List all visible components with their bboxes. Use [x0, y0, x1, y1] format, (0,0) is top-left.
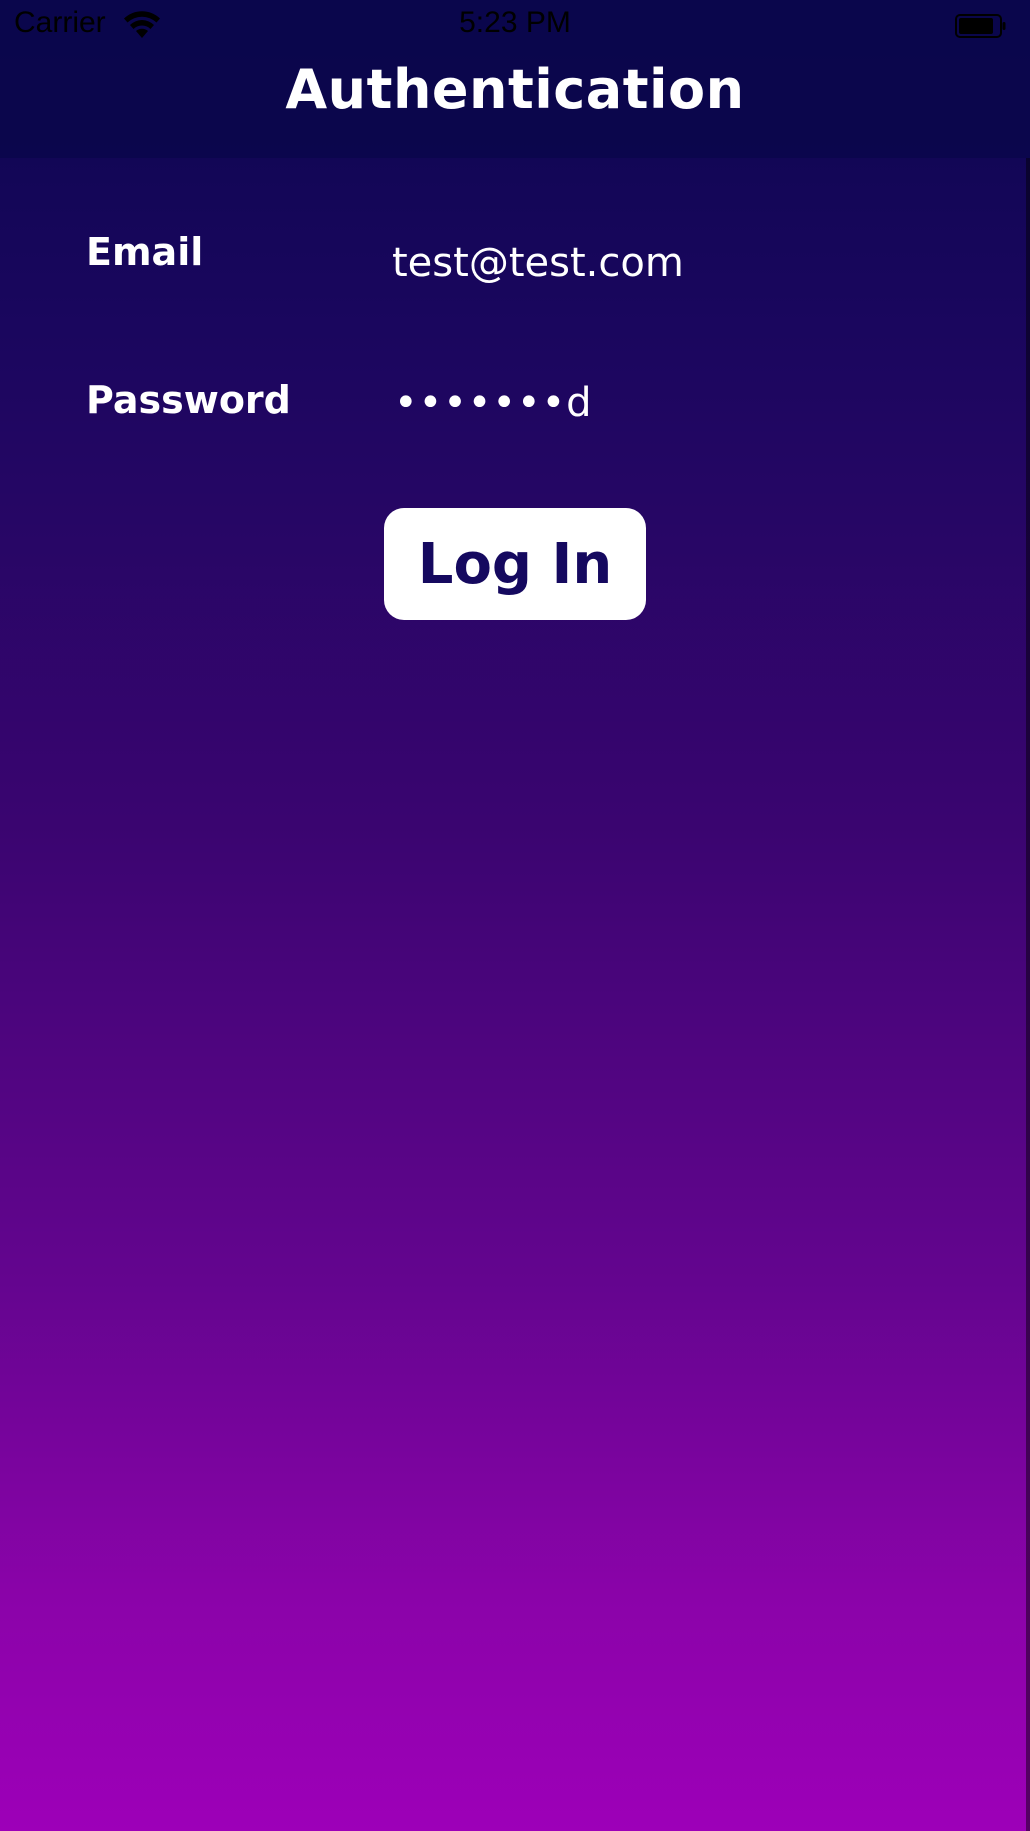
- email-field[interactable]: test@test.com: [392, 240, 684, 286]
- login-button[interactable]: Log In: [384, 508, 646, 620]
- status-time: 5:23 PM: [459, 6, 571, 39]
- scroll-edge: [1026, 158, 1030, 1831]
- page-title: Authentication: [285, 58, 745, 121]
- battery-icon: [955, 12, 1007, 38]
- email-label: Email: [86, 230, 204, 274]
- status-bar: Carrier 5:23 PM: [0, 0, 1030, 52]
- password-label: Password: [86, 378, 291, 422]
- password-field[interactable]: •••••••d: [394, 380, 593, 426]
